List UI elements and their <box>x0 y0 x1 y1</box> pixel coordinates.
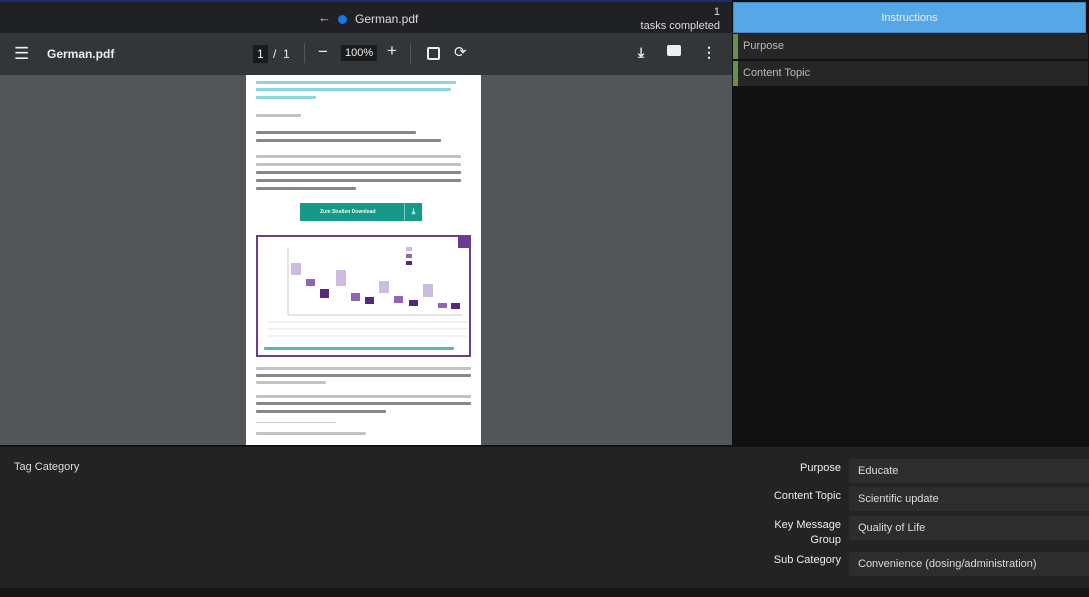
more-options-icon[interactable]: ⋮ <box>702 44 716 61</box>
zoom-input[interactable]: 100% <box>341 45 378 61</box>
fit-page-icon[interactable] <box>427 47 440 60</box>
tab-bar: ← German.pdf 1 tasks completed <box>0 2 732 33</box>
download-icon[interactable]: ⤓ <box>638 44 644 61</box>
tasks-count: 1 <box>713 6 720 18</box>
sub-category-label: Sub Category <box>773 554 841 566</box>
pdf-page: Zum Studien Download ⤓ <box>246 75 481 445</box>
page-number-input[interactable]: 1 <box>253 45 268 63</box>
tab-title: German.pdf <box>355 12 419 26</box>
boxplot-figure <box>256 235 471 357</box>
tag-panel: Tag Category Purpose Educate Content Top… <box>0 445 1089 588</box>
rotate-icon[interactable]: ⟳ <box>454 43 467 61</box>
page-separator: / <box>273 47 277 61</box>
content-topic-label: Content Topic <box>773 490 841 502</box>
pdf-toolbar: ☰ German.pdf 1 / 1 − 100% + ⟳ ⤓ ⋮ <box>0 33 732 75</box>
right-panel: Instructions Purpose Content Topic <box>732 0 1089 445</box>
status-dot-icon <box>338 15 347 24</box>
purpose-label: Purpose <box>800 462 841 474</box>
right-item-content-topic[interactable]: Content Topic <box>733 61 1088 86</box>
right-item-purpose[interactable]: Purpose <box>733 34 1088 59</box>
footer-strip <box>0 588 1089 597</box>
divider <box>410 43 411 63</box>
print-icon[interactable] <box>667 45 681 56</box>
content-topic-field[interactable]: Scientific update <box>849 487 1089 511</box>
zoom-icon <box>458 237 469 248</box>
zoom-in-icon[interactable]: + <box>387 41 397 61</box>
tasks-label: tasks completed <box>640 20 720 32</box>
menu-icon[interactable]: ☰ <box>14 44 29 64</box>
key-message-group-label: Key Message Group <box>774 519 841 546</box>
pdf-file-name: German.pdf <box>47 47 115 61</box>
study-download-label: Zum Studien Download <box>320 209 376 215</box>
download-icon: ⤓ <box>404 203 422 221</box>
tasks-completed: 1 tasks completed <box>641 5 720 33</box>
key-message-group-field[interactable]: Quality of Life <box>849 516 1089 540</box>
pdf-viewer[interactable]: Zum Studien Download ⤓ <box>0 75 732 445</box>
divider <box>304 43 305 63</box>
page-total: 1 <box>283 47 290 61</box>
zoom-out-icon[interactable]: − <box>318 42 328 62</box>
back-arrow-icon[interactable]: ← <box>318 10 331 25</box>
instructions-button[interactable]: Instructions <box>733 2 1086 33</box>
study-download-button[interactable]: Zum Studien Download ⤓ <box>300 203 422 221</box>
tag-category-title: Tag Category <box>14 461 80 473</box>
boxplot-image <box>268 237 469 337</box>
purpose-field[interactable]: Educate <box>849 459 1089 483</box>
sub-category-field[interactable]: Convenience (dosing/administration) <box>849 552 1089 576</box>
